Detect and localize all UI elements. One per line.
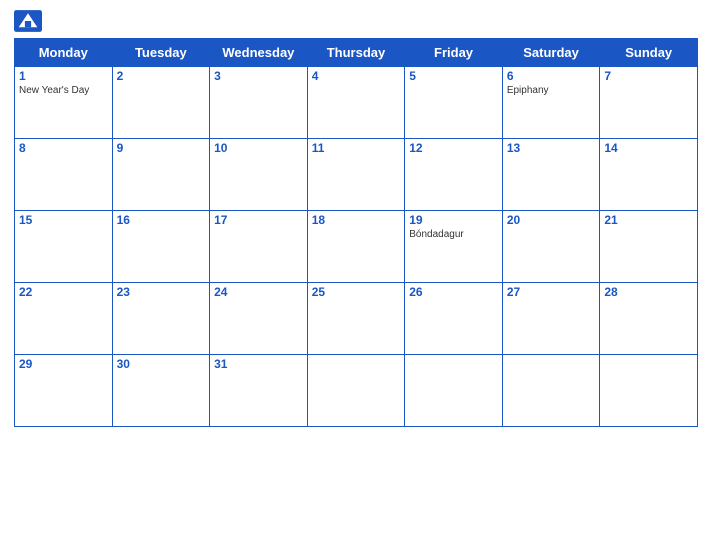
calendar-cell: 6 Epiphany	[502, 67, 600, 139]
day-number: 3	[214, 69, 303, 83]
calendar-cell: 3	[210, 67, 308, 139]
calendar-cell: 10	[210, 139, 308, 211]
day-number: 22	[19, 285, 108, 299]
calendar-cell: 22	[15, 283, 113, 355]
weekday-header-wednesday: Wednesday	[210, 39, 308, 67]
calendar-body: 1New Year's Day23456Epiphany789101112131…	[15, 67, 698, 427]
day-number: 4	[312, 69, 401, 83]
day-number: 10	[214, 141, 303, 155]
day-number: 8	[19, 141, 108, 155]
day-number: 30	[117, 357, 206, 371]
weekday-header-friday: Friday	[405, 39, 503, 67]
calendar-cell: 17	[210, 211, 308, 283]
day-number: 13	[507, 141, 596, 155]
day-number: 24	[214, 285, 303, 299]
day-number: 11	[312, 141, 401, 155]
calendar-cell: 14	[600, 139, 698, 211]
calendar-cell: 5	[405, 67, 503, 139]
calendar-table: MondayTuesdayWednesdayThursdayFridaySatu…	[14, 38, 698, 427]
calendar-week-3: 15 16 17 18 19 Bóndadagur 20 21	[15, 211, 698, 283]
calendar-cell: 7	[600, 67, 698, 139]
day-number: 31	[214, 357, 303, 371]
calendar-cell: 25	[307, 283, 405, 355]
calendar-cell: 4	[307, 67, 405, 139]
day-number: 1	[19, 69, 108, 83]
day-number: 12	[409, 141, 498, 155]
calendar-cell: 12	[405, 139, 503, 211]
calendar-cell: 31	[210, 355, 308, 427]
calendar-cell: 20	[502, 211, 600, 283]
day-number: 5	[409, 69, 498, 83]
day-number: 21	[604, 213, 693, 227]
day-number: 15	[19, 213, 108, 227]
calendar-week-4: 22 23 24 25 26 27 28	[15, 283, 698, 355]
day-number: 27	[507, 285, 596, 299]
calendar-cell: 15	[15, 211, 113, 283]
calendar-cell: 11	[307, 139, 405, 211]
weekday-header-thursday: Thursday	[307, 39, 405, 67]
day-number: 29	[19, 357, 108, 371]
calendar-cell: 8	[15, 139, 113, 211]
day-number: 6	[507, 69, 596, 83]
weekday-header-monday: Monday	[15, 39, 113, 67]
day-number: 20	[507, 213, 596, 227]
generalblue-logo-icon	[14, 10, 42, 32]
calendar-cell: 30	[112, 355, 210, 427]
calendar-cell: 26	[405, 283, 503, 355]
calendar-cell: 28	[600, 283, 698, 355]
weekday-header-sunday: Sunday	[600, 39, 698, 67]
calendar-cell	[307, 355, 405, 427]
calendar-cell: 19 Bóndadagur	[405, 211, 503, 283]
page: MondayTuesdayWednesdayThursdayFridaySatu…	[0, 0, 712, 550]
calendar-week-1: 1 New Year's Day 23456 Epiphany 7	[15, 67, 698, 139]
header	[14, 10, 698, 32]
calendar-week-5: 29 30 31	[15, 355, 698, 427]
day-number: 14	[604, 141, 693, 155]
calendar-cell: 1 New Year's Day	[15, 67, 113, 139]
calendar-week-2: 89 10 11 12 13 14	[15, 139, 698, 211]
holiday-label: Epiphany	[507, 85, 596, 96]
calendar-cell: 23	[112, 283, 210, 355]
day-number: 2	[117, 69, 206, 83]
holiday-label: New Year's Day	[19, 85, 108, 96]
calendar-header: MondayTuesdayWednesdayThursdayFridaySatu…	[15, 39, 698, 67]
day-number: 28	[604, 285, 693, 299]
calendar-cell: 27	[502, 283, 600, 355]
day-number: 7	[604, 69, 693, 83]
day-number: 17	[214, 213, 303, 227]
weekday-row: MondayTuesdayWednesdayThursdayFridaySatu…	[15, 39, 698, 67]
day-number: 9	[117, 141, 206, 155]
calendar-cell: 29	[15, 355, 113, 427]
calendar-cell: 24	[210, 283, 308, 355]
calendar-cell: 16	[112, 211, 210, 283]
day-number: 25	[312, 285, 401, 299]
calendar-cell: 13	[502, 139, 600, 211]
day-number: 23	[117, 285, 206, 299]
weekday-header-saturday: Saturday	[502, 39, 600, 67]
day-number: 26	[409, 285, 498, 299]
calendar-cell	[405, 355, 503, 427]
calendar-cell	[502, 355, 600, 427]
logo	[14, 10, 46, 32]
day-number: 18	[312, 213, 401, 227]
calendar-cell: 9	[112, 139, 210, 211]
calendar-cell: 21	[600, 211, 698, 283]
calendar-cell	[600, 355, 698, 427]
day-number: 16	[117, 213, 206, 227]
calendar-cell: 18	[307, 211, 405, 283]
weekday-header-tuesday: Tuesday	[112, 39, 210, 67]
holiday-label: Bóndadagur	[409, 229, 498, 240]
day-number: 19	[409, 213, 498, 227]
calendar-cell: 2	[112, 67, 210, 139]
